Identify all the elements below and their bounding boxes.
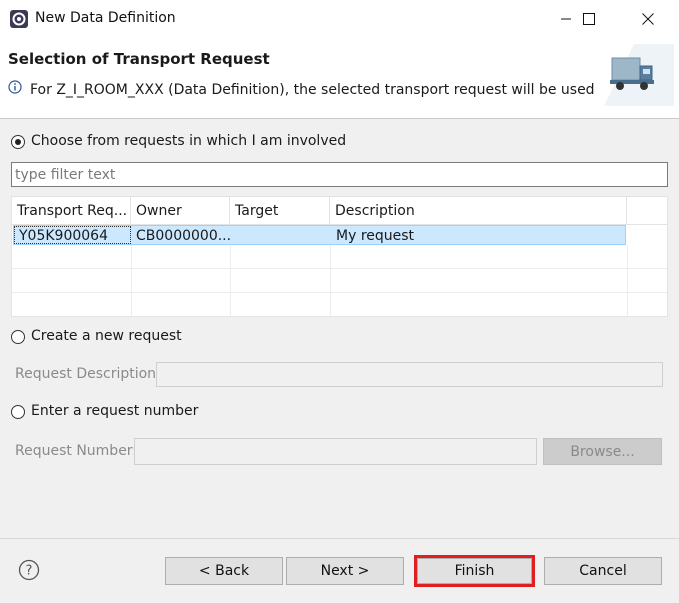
cell-owner: CB0000000... xyxy=(136,228,231,244)
grid-line xyxy=(12,292,667,293)
back-button[interactable]: < Back xyxy=(165,557,283,585)
column-header-target[interactable]: Target xyxy=(230,197,330,225)
enter-request-radio[interactable] xyxy=(11,405,25,419)
grid-line xyxy=(330,245,331,316)
column-header-filler xyxy=(627,197,667,225)
cancel-button[interactable]: Cancel xyxy=(544,557,662,585)
column-header-owner[interactable]: Owner xyxy=(131,197,230,225)
help-icon: ? xyxy=(18,559,40,581)
grid-line xyxy=(230,245,231,316)
grid-line xyxy=(627,245,628,316)
cell-target xyxy=(231,226,331,246)
eclipse-app-icon xyxy=(9,9,29,29)
info-icon xyxy=(8,80,22,94)
choose-requests-label[interactable]: Choose from requests in which I am invol… xyxy=(31,133,346,149)
cell-description: My request xyxy=(336,228,415,244)
help-button[interactable]: ? xyxy=(18,559,40,581)
request-description-label: Request Description: xyxy=(15,366,161,382)
column-header-transport[interactable]: Transport Req... xyxy=(12,197,131,225)
transport-request-table[interactable]: Transport Req... Owner Target Descriptio… xyxy=(11,196,668,317)
request-number-label: Request Number: xyxy=(15,443,138,459)
wizard-header: Selection of Transport Request For Z_I_R… xyxy=(0,38,679,119)
enter-request-label[interactable]: Enter a request number xyxy=(31,403,198,419)
page-title: Selection of Transport Request xyxy=(8,50,270,68)
maximize-icon xyxy=(583,13,595,25)
cell-transport: Y05K900064 xyxy=(14,226,131,244)
request-number-input[interactable] xyxy=(134,438,537,465)
column-header-description[interactable]: Description xyxy=(330,197,627,225)
create-request-label[interactable]: Create a new request xyxy=(31,328,182,344)
choose-requests-radio[interactable] xyxy=(11,135,25,149)
next-button[interactable]: Next > xyxy=(286,557,404,585)
request-description-input[interactable] xyxy=(156,362,663,387)
browse-button[interactable]: Browse... xyxy=(543,438,662,465)
footer-divider xyxy=(0,538,679,539)
title-bar: New Data Definition xyxy=(0,0,679,38)
window-title: New Data Definition xyxy=(35,10,176,26)
maximize-button[interactable] xyxy=(566,0,612,38)
grid-line xyxy=(131,245,132,316)
svg-text:?: ? xyxy=(26,564,33,579)
transport-truck-icon xyxy=(604,44,674,106)
close-button[interactable] xyxy=(625,0,671,38)
filter-input[interactable] xyxy=(11,162,668,187)
grid-line xyxy=(12,268,667,269)
close-icon xyxy=(642,13,654,25)
create-request-radio[interactable] xyxy=(11,330,25,344)
table-row[interactable]: Y05K900064 CB0000000... My request xyxy=(13,225,626,245)
finish-button[interactable]: Finish xyxy=(414,555,535,587)
header-message: For Z_I_ROOM_XXX (Data Definition), the … xyxy=(30,82,595,98)
